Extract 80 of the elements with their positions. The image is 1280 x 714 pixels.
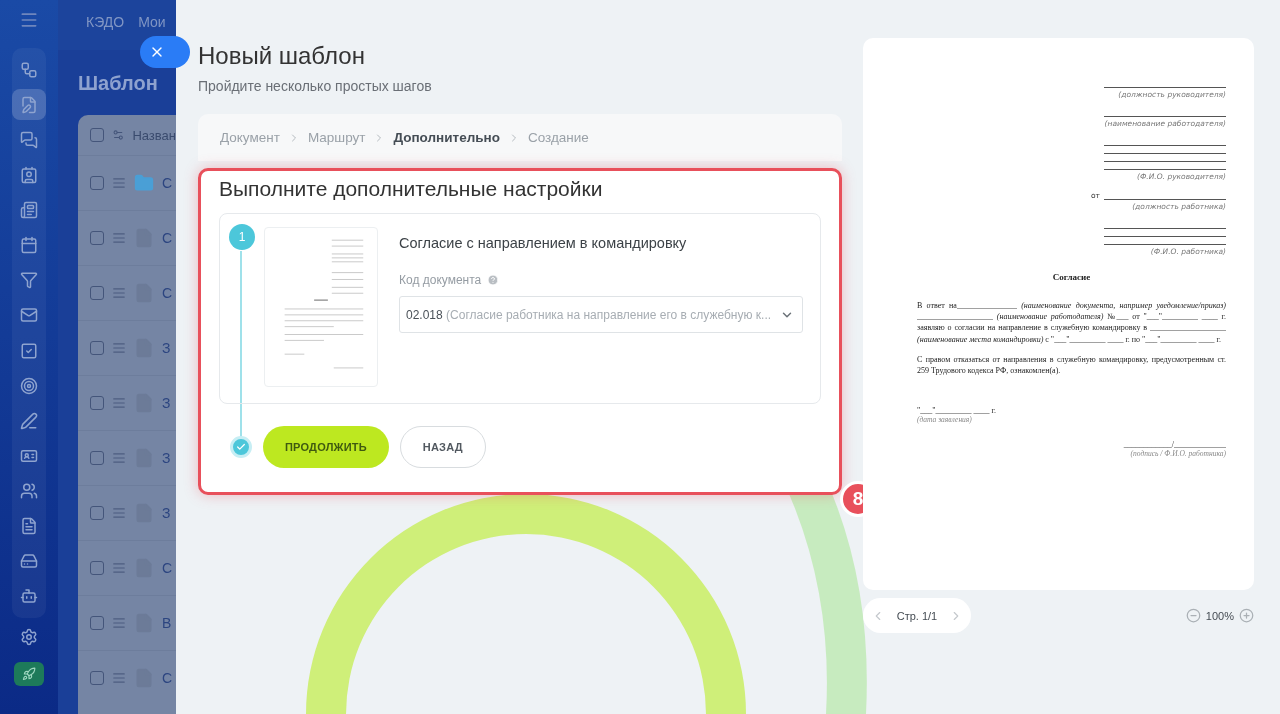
menu-icon[interactable] (19, 10, 39, 30)
robot-icon[interactable] (20, 587, 38, 606)
drag-handle-icon[interactable] (112, 451, 126, 465)
settings-icon[interactable] (20, 628, 38, 646)
drag-handle-icon[interactable] (112, 671, 126, 685)
page-title: Шаблон (78, 72, 158, 95)
checkbox[interactable] (90, 231, 104, 245)
folder-icon (134, 173, 154, 193)
document-paragraph: В ответ на_______________ (наименование документа, например уведомление/приказ) ___________________ (наименование работодателя) №___ от "___"_________ ____ г. заявляю о согласии на направление в служебную командировку в ___________________ (наименование места командировки) с "___"_________ ____ г. по "___"_________ ____ г. (917, 300, 1226, 345)
checkbox[interactable] (90, 561, 104, 575)
zoom-in-icon[interactable] (1239, 608, 1254, 623)
dialog-title: Новый шаблон (198, 42, 366, 70)
step-link[interactable]: Документ (220, 130, 280, 145)
step-link[interactable]: Дополнительно (393, 130, 500, 145)
users-icon[interactable] (20, 482, 38, 501)
page-indicator: Стр. 1/1 (896, 609, 938, 622)
continue-button[interactable]: ПРОДОЛЖИТЬ (263, 426, 389, 468)
field-label: Код документа (399, 273, 482, 287)
table-cell: С (162, 560, 173, 576)
document-edit-icon[interactable] (20, 95, 38, 114)
newspaper-icon[interactable] (20, 201, 38, 220)
settings-icon[interactable] (112, 128, 125, 142)
step-link[interactable]: Маршрут (307, 130, 366, 145)
table-cell: З (162, 395, 171, 411)
drag-handle-icon[interactable] (112, 341, 126, 355)
drive-icon[interactable] (20, 552, 38, 571)
step-link[interactable]: Создание (527, 130, 589, 145)
table-cell: В (162, 615, 172, 631)
chat-icon[interactable] (20, 130, 38, 149)
zoom-level: 100% (1205, 609, 1234, 622)
checkbox[interactable] (90, 176, 104, 190)
drag-handle-icon[interactable] (112, 231, 126, 245)
table-cell: З (162, 450, 171, 466)
checkbox[interactable] (90, 451, 104, 465)
filter-icon[interactable] (20, 271, 38, 290)
signature-line: ____________/_____________ (1123, 440, 1226, 450)
drag-handle-icon[interactable] (112, 176, 126, 190)
step-number: 1 (229, 224, 255, 250)
top-nav-link[interactable]: КЭДО (86, 14, 125, 30)
checkbox[interactable] (90, 128, 104, 142)
zoom-out-icon[interactable] (1185, 608, 1201, 623)
top-nav-link[interactable]: Мои (138, 14, 166, 30)
section-title: Выполните дополнительные настройки (219, 177, 604, 201)
rocket-icon (22, 667, 36, 681)
back-button[interactable]: НАЗАД (399, 426, 486, 468)
table-cell: С (162, 175, 173, 191)
contact-icon[interactable] (20, 165, 38, 184)
workflow-icon[interactable] (20, 60, 38, 79)
table-cell: С (162, 230, 173, 246)
drag-handle-icon[interactable] (112, 561, 126, 575)
drag-handle-icon[interactable] (112, 506, 126, 520)
checkbox-icon[interactable] (20, 341, 38, 360)
mail-icon[interactable] (20, 306, 38, 325)
checkbox[interactable] (90, 671, 104, 685)
help-icon[interactable] (487, 274, 500, 286)
checkbox[interactable] (90, 506, 104, 520)
document-title: Согласие (1051, 272, 1092, 282)
document-code-select[interactable]: 02.018 (Согласие работника на направление его в служебную к... (399, 296, 803, 333)
target-icon[interactable] (20, 376, 38, 395)
calendar-icon[interactable] (20, 236, 38, 255)
checkbox[interactable] (90, 396, 104, 410)
table-cell: З (162, 340, 171, 356)
pen-icon[interactable] (20, 411, 38, 430)
drag-handle-icon[interactable] (112, 616, 126, 630)
checkbox[interactable] (90, 341, 104, 355)
column-header[interactable]: Назван (132, 127, 176, 143)
checkbox[interactable] (90, 616, 104, 630)
drag-handle-icon[interactable] (112, 396, 126, 410)
date-line: "___"_________ ____ г. (917, 406, 997, 416)
document-name: Согласие с направлением в командировку (399, 235, 688, 251)
table-cell: С (162, 285, 173, 301)
checkbox[interactable] (90, 286, 104, 300)
document-paragraph: С правом отказаться от направления в служебную командировку, предусмотренным ст. 259 Трудового кодекса РФ, ознакомлен(а). (917, 353, 1226, 377)
table-cell: С (162, 670, 173, 686)
drag-handle-icon[interactable] (112, 286, 126, 300)
dialog-subtitle: Пройдите несколько простых шагов (198, 78, 433, 94)
document-icon[interactable] (20, 517, 38, 536)
rocket-button[interactable] (14, 662, 44, 686)
table-cell: З (162, 505, 171, 521)
check-icon (230, 436, 252, 458)
